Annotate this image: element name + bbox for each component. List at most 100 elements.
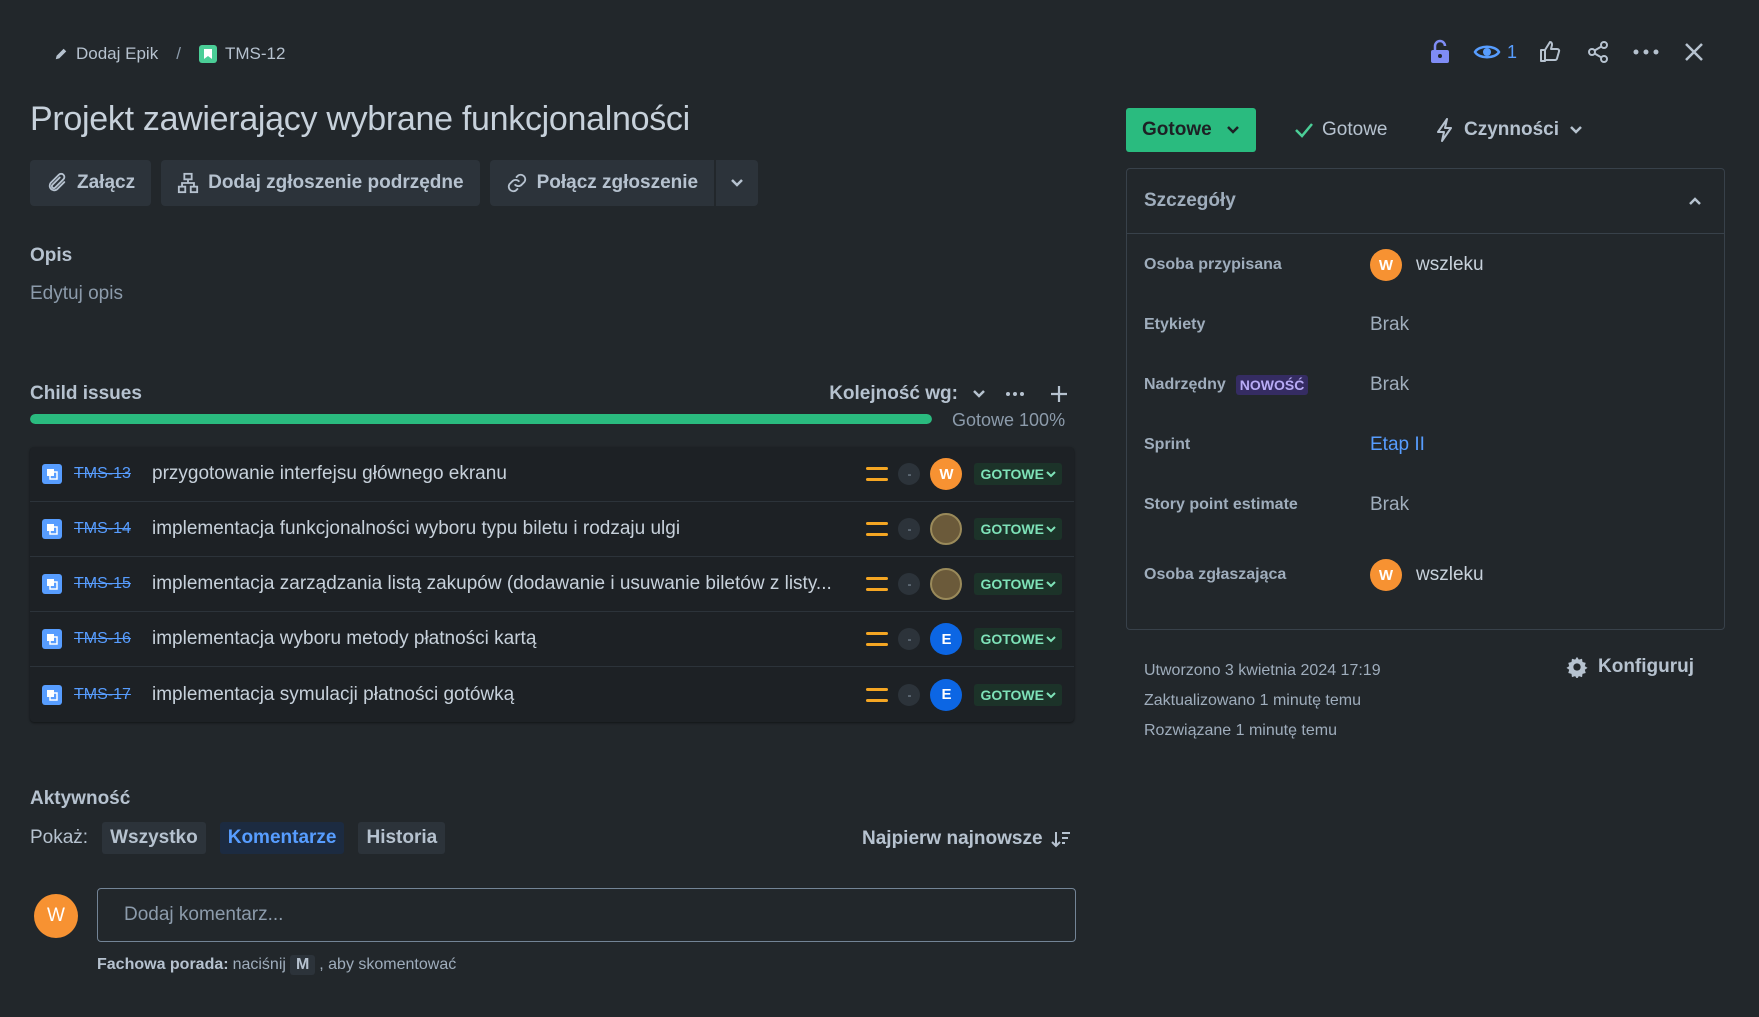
activity-sort-label: Najpierw najnowsze bbox=[862, 828, 1043, 849]
updated-date: Zaktualizowano 1 minutę temu bbox=[1144, 692, 1361, 709]
status-badge[interactable]: GOTOWE bbox=[974, 628, 1062, 650]
lightning-icon bbox=[1437, 118, 1452, 142]
link-issue-group: Połącz zgłoszenie bbox=[489, 160, 759, 206]
more-icon[interactable] bbox=[1631, 37, 1661, 67]
share-icon[interactable] bbox=[1583, 37, 1613, 67]
reporter-field[interactable]: W wszleku bbox=[1370, 559, 1484, 591]
child-issue-key[interactable]: TMS-15 bbox=[74, 575, 152, 593]
child-issue-row[interactable]: TMS-14 implementacja funkcjonalności wybo… bbox=[30, 502, 1074, 557]
thumbs-up-icon[interactable] bbox=[1535, 37, 1565, 67]
watch-button[interactable]: 1 bbox=[1473, 42, 1517, 63]
estimate-badge: - bbox=[898, 463, 921, 485]
child-issue-summary[interactable]: implementacja zarządzania listą zakupów … bbox=[152, 573, 866, 595]
filter-comments[interactable]: Komentarze bbox=[219, 822, 345, 854]
activity-sort-button[interactable]: Najpierw najnowsze bbox=[862, 828, 1071, 850]
status-badge[interactable]: GOTOWE bbox=[974, 518, 1062, 540]
child-issues-sort[interactable]: Kolejność wg: bbox=[829, 383, 986, 405]
labels-value[interactable]: Brak bbox=[1370, 314, 1409, 336]
issue-key-link[interactable]: TMS-12 bbox=[198, 44, 286, 64]
subtask-icon bbox=[42, 629, 62, 649]
sprint-value[interactable]: Etap II bbox=[1370, 434, 1425, 456]
child-issue-row[interactable]: TMS-16 implementacja wyboru metody płatno… bbox=[30, 612, 1074, 667]
reporter-label: Osoba zgłaszająca bbox=[1144, 566, 1287, 583]
activity-filters: Pokaż: Wszystko Komentarze Historia bbox=[30, 822, 446, 854]
child-issues-label: Child issues bbox=[30, 383, 142, 404]
add-child-icon[interactable] bbox=[1044, 379, 1074, 409]
assignee-field[interactable]: W wszleku bbox=[1370, 249, 1484, 281]
estimate-badge: - bbox=[898, 518, 921, 540]
child-issue-summary[interactable]: przygotowanie interfejsu głównego ekranu bbox=[152, 463, 866, 485]
actions-label: Czynności bbox=[1464, 119, 1560, 140]
status-badge[interactable]: GOTOWE bbox=[974, 573, 1062, 595]
configure-button[interactable]: Konfiguruj bbox=[1566, 656, 1694, 678]
actions-dropdown-button[interactable]: Czynności bbox=[1436, 110, 1583, 150]
comment-hint: Fachowa porada: naciśnij M, aby skomento… bbox=[97, 955, 456, 975]
child-issues-more-icon[interactable] bbox=[1000, 379, 1030, 409]
add-child-issue-button[interactable]: Dodaj zgłoszenie podrzędne bbox=[161, 160, 480, 206]
add-epic-link[interactable]: Dodaj Epik bbox=[54, 44, 158, 64]
child-issue-key[interactable]: TMS-17 bbox=[74, 686, 152, 704]
more-actions-dropdown[interactable] bbox=[716, 160, 759, 206]
labels-label: Etykiety bbox=[1144, 316, 1206, 333]
breadcrumb: Dodaj Epik / TMS-12 bbox=[54, 40, 285, 68]
unlock-icon[interactable] bbox=[1425, 37, 1455, 67]
priority-medium-icon bbox=[866, 577, 889, 591]
story-icon bbox=[198, 45, 217, 63]
parent-value[interactable]: Brak bbox=[1370, 374, 1409, 396]
description-editor[interactable]: Edytuj opis bbox=[30, 283, 123, 305]
subtask-icon bbox=[42, 684, 62, 705]
child-issue-row[interactable]: TMS-17 implementacja symulacji płatności … bbox=[30, 667, 1074, 722]
attach-button[interactable]: Załącz bbox=[30, 160, 152, 206]
details-header[interactable]: Szczegóły bbox=[1127, 169, 1724, 234]
assignee-row: Osoba przypisana W wszleku bbox=[1144, 249, 1484, 281]
chevron-up-icon bbox=[1689, 197, 1701, 205]
watch-count: 1 bbox=[1506, 41, 1517, 62]
avatar: W bbox=[1370, 559, 1402, 591]
show-label: Pokaż: bbox=[30, 827, 89, 848]
status-label: Gotowe bbox=[1142, 119, 1212, 140]
subtask-icon bbox=[42, 519, 62, 539]
chevron-down-icon bbox=[1046, 691, 1056, 698]
issue-key: TMS-12 bbox=[224, 44, 286, 63]
status-text: GOTOWE bbox=[980, 686, 1044, 703]
progress-fill bbox=[30, 414, 932, 424]
parent-label-group: Nadrzędny NOWOŚĆ bbox=[1144, 375, 1370, 395]
parent-label: Nadrzędny bbox=[1144, 376, 1226, 393]
child-issue-key[interactable]: TMS-16 bbox=[74, 630, 152, 648]
child-issue-summary[interactable]: implementacja symulacji płatności gotówk… bbox=[152, 684, 866, 706]
resolved-date: Rozwiązane 1 minutę temu bbox=[1144, 722, 1337, 739]
filter-history[interactable]: Historia bbox=[358, 822, 446, 854]
assignee-label: Osoba przypisana bbox=[1144, 256, 1282, 273]
issue-title[interactable]: Projekt zawierający wybrane funkcjonalno… bbox=[30, 100, 690, 139]
resolution-label: Gotowe bbox=[1322, 119, 1388, 140]
labels-row: Etykiety Brak bbox=[1144, 309, 1409, 341]
status-badge[interactable]: GOTOWE bbox=[974, 683, 1062, 706]
child-issue-key[interactable]: TMS-14 bbox=[74, 520, 152, 538]
child-issue-summary[interactable]: implementacja wyboru metody płatności ka… bbox=[152, 628, 866, 650]
status-text: GOTOWE bbox=[980, 521, 1044, 537]
add-child-issue-label: Dodaj zgłoszenie podrzędne bbox=[208, 172, 464, 193]
issue-header-actions: 1 bbox=[1425, 32, 1709, 72]
priority-medium-icon bbox=[866, 632, 889, 646]
child-issue-row[interactable]: TMS-13 przygotowanie interfejsu głównego … bbox=[30, 447, 1074, 502]
sprint-row: Sprint Etap II bbox=[1144, 429, 1425, 461]
comment-input[interactable] bbox=[97, 888, 1076, 942]
eye-icon bbox=[1473, 45, 1501, 59]
status-dropdown-button[interactable]: Gotowe bbox=[1126, 108, 1256, 152]
child-issue-row[interactable]: TMS-15 implementacja zarządzania listą za… bbox=[30, 557, 1074, 612]
close-icon[interactable] bbox=[1679, 37, 1709, 67]
hint-key: M bbox=[289, 955, 316, 975]
progress-text: Gotowe 100% bbox=[952, 410, 1066, 430]
subtask-icon bbox=[42, 464, 62, 484]
chevron-down-icon bbox=[1046, 471, 1056, 478]
status-badge[interactable]: GOTOWE bbox=[974, 463, 1062, 485]
story-points-label: Story point estimate bbox=[1144, 496, 1298, 513]
child-issue-key[interactable]: TMS-13 bbox=[74, 465, 152, 483]
story-points-value[interactable]: Brak bbox=[1370, 494, 1409, 516]
filter-all[interactable]: Wszystko bbox=[102, 822, 206, 854]
link-issue-button[interactable]: Połącz zgłoszenie bbox=[489, 160, 715, 206]
attach-label: Załącz bbox=[77, 172, 136, 193]
reporter-name: wszleku bbox=[1416, 564, 1484, 585]
resolution-indicator: Gotowe bbox=[1294, 110, 1387, 150]
child-issue-summary[interactable]: implementacja funkcjonalności wyboru typ… bbox=[152, 518, 866, 540]
